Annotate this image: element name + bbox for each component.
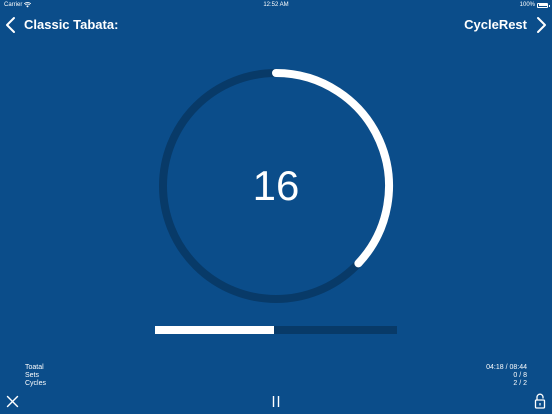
workout-progress-bar bbox=[155, 326, 397, 334]
status-bar: Carrier 12:52 AM 100% bbox=[0, 0, 552, 10]
battery-percent: 100% bbox=[519, 2, 535, 8]
status-time: 12:52 AM bbox=[263, 2, 289, 8]
back-button[interactable] bbox=[4, 15, 18, 35]
workout-progress-fill bbox=[155, 326, 274, 334]
stat-value-cycles: 2 / 2 bbox=[513, 380, 527, 387]
stats-values: 04:18 / 08:44 0 / 8 2 / 2 bbox=[486, 364, 527, 388]
countdown-value: 16 bbox=[252, 162, 300, 209]
stat-label-sets: Sets bbox=[25, 372, 40, 379]
chevron-right-icon bbox=[537, 17, 546, 33]
close-button[interactable] bbox=[6, 395, 19, 408]
status-battery: 100% bbox=[519, 0, 550, 10]
workout-title: Classic Tabata: bbox=[24, 17, 119, 32]
stat-value-sets: 0 / 8 bbox=[513, 372, 527, 379]
pause-button[interactable] bbox=[270, 395, 282, 408]
chevron-left-icon bbox=[6, 17, 15, 33]
close-icon bbox=[6, 395, 19, 408]
forward-button[interactable] bbox=[534, 15, 548, 35]
pause-icon bbox=[272, 396, 280, 407]
stat-label-cycles: Cycles bbox=[25, 380, 47, 387]
unlock-icon bbox=[534, 393, 546, 409]
lock-button[interactable] bbox=[534, 393, 546, 409]
stat-label-total: Toatal bbox=[25, 364, 44, 371]
battery-full-icon bbox=[537, 2, 550, 8]
stats-labels: Toatal Sets Cycles bbox=[25, 364, 46, 388]
stat-value-total: 04:18 / 08:44 bbox=[486, 364, 527, 371]
phase-title: CycleRest bbox=[464, 17, 527, 32]
